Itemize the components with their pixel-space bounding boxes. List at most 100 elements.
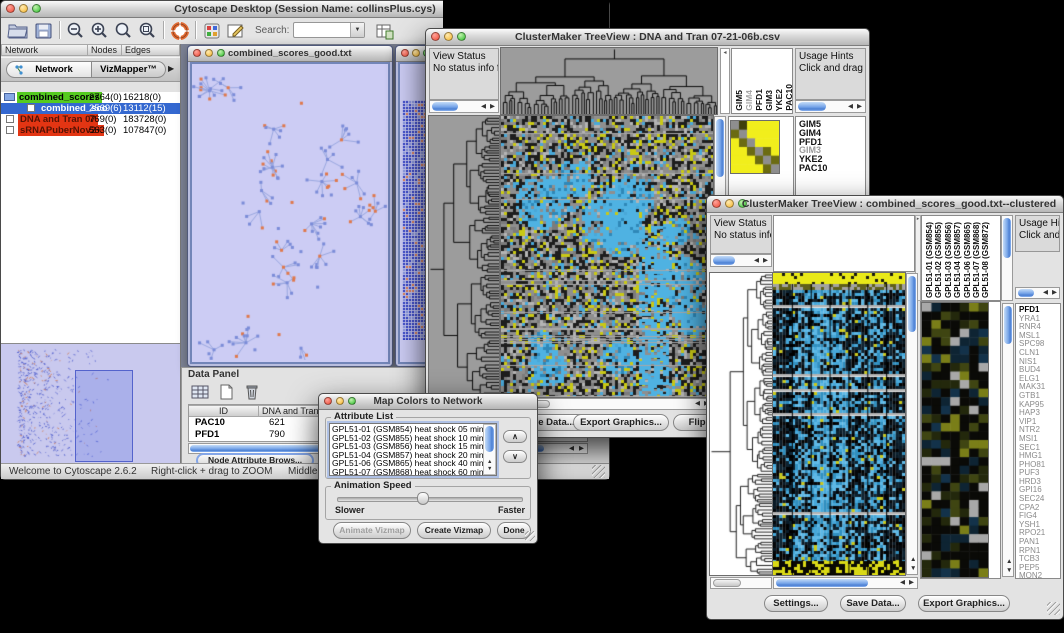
vizmapper-grid-button[interactable]	[201, 20, 223, 41]
view-status-hscrollbar[interactable]: ◀ ▶	[710, 254, 772, 267]
global-heatmap[interactable]	[773, 273, 905, 575]
column-labels-vscrollbar[interactable]	[1001, 215, 1013, 301]
delete-attribute-button[interactable]	[242, 381, 264, 402]
resize-grip[interactable]	[1047, 602, 1060, 615]
network-tree-row[interactable]: sRNAPuberNov2+ 563(0) 107847(0)	[1, 125, 180, 136]
row-dendrogram[interactable]	[429, 116, 499, 397]
scrollbar-thumb[interactable]	[1003, 218, 1011, 258]
scroll-down-arrow-icon[interactable]: ▼	[487, 467, 492, 473]
scroll-left-arrow-icon[interactable]: ◀	[569, 446, 574, 453]
scrollbar-thumb[interactable]	[716, 119, 724, 177]
close-button[interactable]	[193, 49, 201, 57]
scroll-right-arrow-icon[interactable]: ▶	[490, 104, 495, 111]
help-lifesaver-button[interactable]	[169, 20, 191, 41]
column-label[interactable]: GPL51-03 (GSM856)	[945, 222, 953, 298]
scrollbar-thumb[interactable]	[485, 426, 494, 452]
column-label[interactable]: YKE2	[775, 89, 784, 111]
zoom-out-button[interactable]	[65, 20, 87, 41]
minimize-button[interactable]	[412, 49, 420, 57]
row-dendrogram[interactable]	[710, 273, 772, 575]
close-button[interactable]	[6, 4, 15, 13]
view-status-hscrollbar[interactable]: ◀ ▶	[429, 100, 499, 113]
column-label[interactable]: GPL51-08 (GSM872)	[982, 222, 990, 298]
scroll-right-arrow-icon[interactable]: ▶	[857, 104, 862, 111]
scroll-down-arrow-icon[interactable]: ▼	[910, 566, 916, 573]
attribute-list-vscrollbar[interactable]: ▲ ▼	[483, 424, 496, 475]
network-view-titlebar[interactable]: combined_scores_good.txt--cluste...	[188, 46, 392, 62]
treeview2-button[interactable]: Settings...	[764, 595, 828, 612]
treeview1-titlebar[interactable]: ClusterMaker TreeView : DNA and Tran 07-…	[426, 29, 869, 46]
scroll-down-arrow-icon[interactable]: ▼	[1006, 568, 1012, 575]
dendrogram-hscrollbar[interactable]	[710, 577, 772, 589]
scroll-left-arrow-icon[interactable]: ◀	[481, 104, 486, 111]
scroll-left-arrow-icon[interactable]: ◀	[754, 258, 759, 265]
create-vizmap-button[interactable]: Create Vizmap	[417, 522, 491, 539]
gene-label[interactable]: MON2	[1019, 572, 1060, 579]
attribute-table-header-id[interactable]: ID	[189, 405, 259, 417]
move-attribute-down-button[interactable]: ∨	[503, 450, 527, 463]
tab-overflow-arrow[interactable]: ▶	[168, 64, 174, 73]
network-tree-row[interactable]: DNA and Tran 07 769(0) 183728(0)	[1, 114, 180, 125]
column-label[interactable]: GIM4	[745, 90, 754, 111]
zoom-button[interactable]	[457, 32, 466, 41]
scroll-left-arrow-icon[interactable]: ◀	[900, 580, 905, 587]
network-tree-row[interactable]: combined_sco 2569(6) 13112(15)	[1, 103, 180, 114]
scrollbar-thumb[interactable]	[1018, 289, 1034, 297]
search-input[interactable]	[295, 24, 355, 36]
heatmap-vscrollbar[interactable]: ▲ ▼	[906, 273, 918, 575]
column-label[interactable]: GPL51-02 (GSM855)	[935, 222, 943, 298]
column-label[interactable]: PAC10	[785, 84, 794, 111]
column-label[interactable]: GIM3	[765, 90, 774, 111]
tab-network[interactable]: Network	[6, 61, 92, 78]
heatmap-hscrollbar[interactable]: ◀ ▶	[773, 577, 918, 589]
minimize-button[interactable]	[205, 49, 213, 57]
scroll-right-arrow-icon[interactable]: ▶	[579, 446, 584, 453]
column-label[interactable]: GPL51-04 (GSM857)	[954, 222, 962, 298]
open-session-button[interactable]	[7, 20, 29, 41]
scroll-left-arrow-icon[interactable]: ◀	[1043, 290, 1048, 297]
dendrogram-splitter[interactable]: ◂	[720, 48, 730, 114]
network-graph-view[interactable]	[192, 64, 388, 360]
move-attribute-up-button[interactable]: ∧	[503, 430, 527, 443]
scroll-up-arrow-icon[interactable]: ▲	[910, 557, 916, 564]
overview-viewport-rect[interactable]	[75, 370, 133, 462]
treeview2-button[interactable]: Save Data...	[840, 595, 906, 612]
close-button[interactable]	[324, 397, 332, 405]
dialog-titlebar[interactable]: Map Colors to Network	[319, 394, 537, 410]
close-button[interactable]	[401, 49, 409, 57]
column-label[interactable]: PFD1	[755, 89, 764, 111]
animate-vizmap-button[interactable]: Animate Vizmap	[333, 522, 411, 539]
column-label[interactable]: GPL51-01 (GSM854)	[926, 222, 934, 298]
gene-label[interactable]: PAC10	[799, 164, 865, 173]
minimize-button[interactable]	[444, 32, 453, 41]
scrollbar-thumb[interactable]	[713, 256, 735, 265]
scroll-right-arrow-icon[interactable]: ▶	[909, 580, 914, 587]
column-label[interactable]: GPL51-06 (GSM865)	[964, 222, 972, 298]
scroll-right-arrow-icon[interactable]: ▶	[1052, 290, 1057, 297]
zoom-vscrollbar[interactable]: ▲ ▼	[1002, 303, 1014, 577]
column-dendrogram[interactable]	[501, 48, 717, 114]
attribute-list-item[interactable]: GPL51-07 (GSM868) heat shock 60 min	[330, 468, 496, 476]
column-label[interactable]: GPL51-07 (GSM868)	[973, 222, 981, 298]
save-session-button[interactable]	[33, 20, 55, 41]
global-heatmap[interactable]	[501, 116, 713, 397]
scroll-left-arrow-icon[interactable]: ◀	[695, 401, 700, 408]
minimize-button[interactable]	[336, 397, 344, 405]
zoom-selected-button[interactable]	[137, 20, 159, 41]
network-tree-row[interactable]: combined_scores 2764(0) 16218(0)	[1, 92, 180, 103]
resize-grip[interactable]	[525, 531, 535, 541]
animation-speed-slider-track[interactable]	[337, 497, 523, 502]
scroll-up-arrow-icon[interactable]: ▲	[487, 460, 492, 466]
scrollbar-thumb[interactable]	[1004, 306, 1012, 344]
close-button[interactable]	[431, 32, 440, 41]
minimize-button[interactable]	[19, 4, 28, 13]
scroll-left-arrow-icon[interactable]: ◀	[848, 104, 853, 111]
column-header-nodes[interactable]: Nodes	[88, 44, 122, 56]
tab-vizmapper[interactable]: VizMapper™	[92, 61, 166, 78]
create-attribute-button[interactable]	[216, 381, 238, 402]
usage-hints-hscrollbar[interactable]: ◀ ▶	[1015, 287, 1060, 299]
column-header-edges[interactable]: Edges	[122, 44, 180, 56]
search-dropdown-arrow-icon[interactable]: ▼	[350, 23, 364, 37]
annotation-button[interactable]	[225, 20, 247, 41]
zoom-heatmap[interactable]	[731, 121, 779, 173]
